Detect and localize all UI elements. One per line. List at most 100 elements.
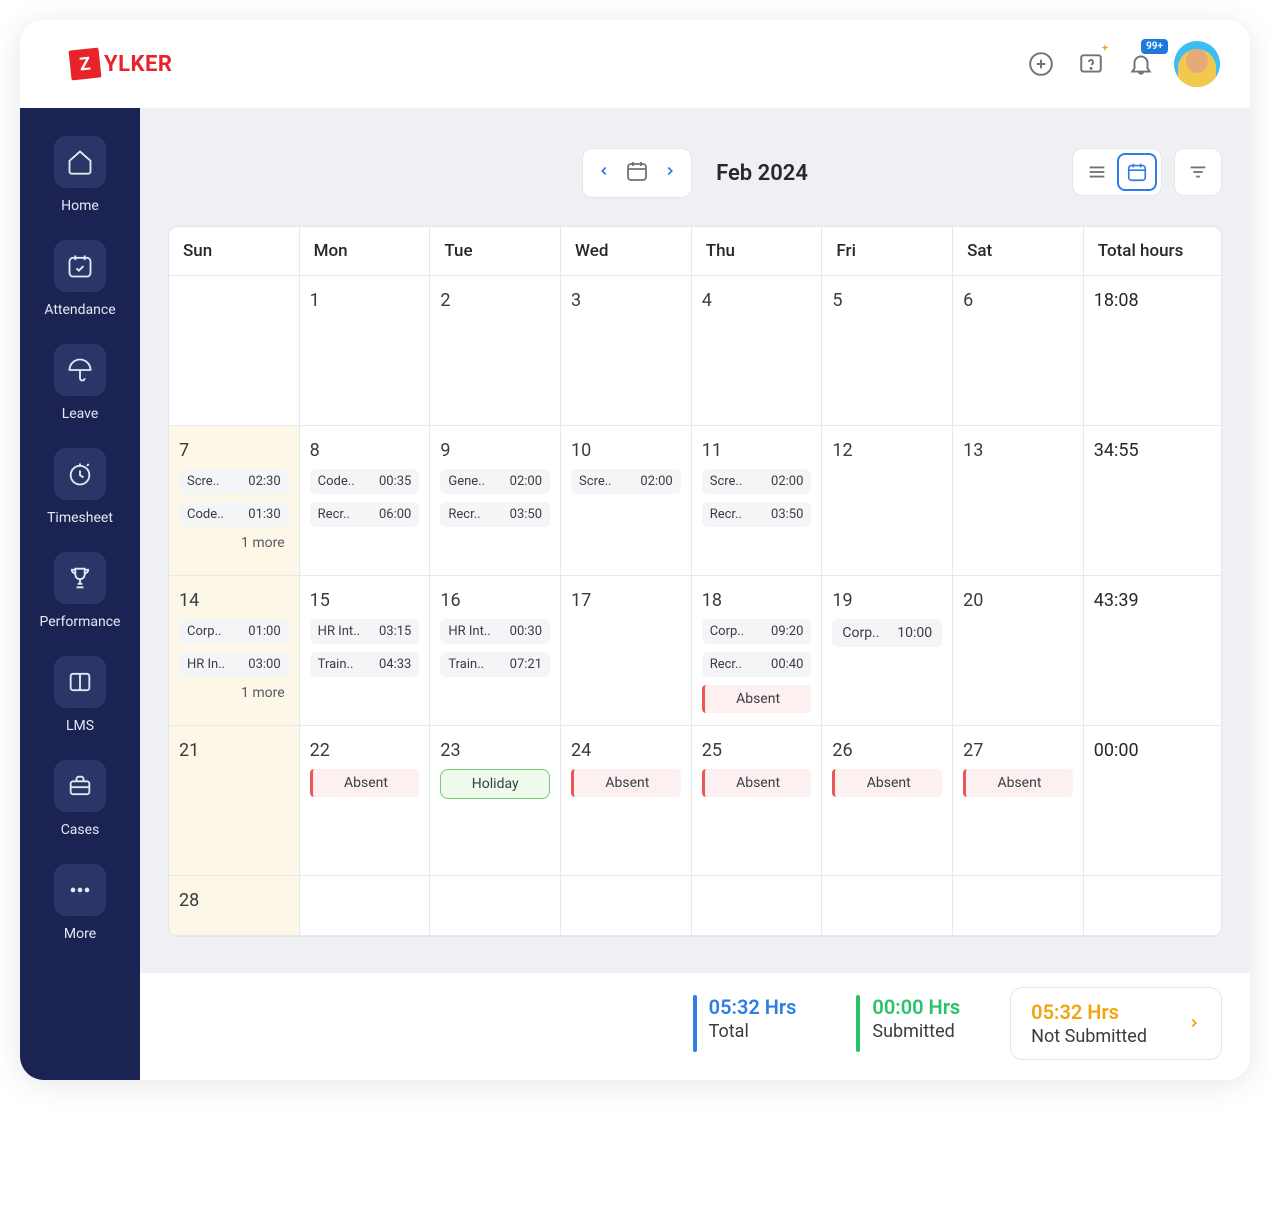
time-entry[interactable]: Recr..03:50 bbox=[702, 502, 812, 527]
calendar-cell[interactable]: 13 bbox=[953, 426, 1084, 576]
calendar-cell[interactable]: 4 bbox=[692, 276, 823, 426]
calendar-cell[interactable] bbox=[953, 876, 1084, 936]
time-entry[interactable]: Recr..06:00 bbox=[310, 502, 420, 527]
time-entry[interactable]: Corp..10:00 bbox=[832, 619, 942, 647]
sidebar-item-leave[interactable]: Leave bbox=[20, 336, 140, 436]
calendar-cell[interactable]: 15HR Int..03:15Train..04:33 bbox=[300, 576, 431, 726]
sidebar-item-more[interactable]: More bbox=[20, 856, 140, 956]
sidebar-item-cases[interactable]: Cases bbox=[20, 752, 140, 852]
calendar-cell[interactable]: 22Absent bbox=[300, 726, 431, 876]
calendar-cell[interactable] bbox=[822, 876, 953, 936]
calendar-cell[interactable] bbox=[561, 876, 692, 936]
sidebar-item-attendance[interactable]: Attendance bbox=[20, 232, 140, 332]
calendar-cell[interactable] bbox=[430, 876, 561, 936]
avatar[interactable] bbox=[1174, 41, 1220, 87]
calendar-cell[interactable]: 16HR Int..00:30Train..07:21 bbox=[430, 576, 561, 726]
day-number: 2 bbox=[440, 290, 550, 311]
time-entry[interactable]: Train..04:33 bbox=[310, 652, 420, 677]
calendar-cell[interactable]: 25Absent bbox=[692, 726, 823, 876]
calendar-cell[interactable]: 28 bbox=[169, 876, 300, 936]
sidebar-item-home[interactable]: Home bbox=[20, 128, 140, 228]
calendar-cell[interactable]: 19 Corp..10:00 bbox=[822, 576, 953, 726]
calendar-cell[interactable]: 2 bbox=[430, 276, 561, 426]
stat-total-label: Total bbox=[709, 1021, 797, 1042]
calendar-cell[interactable]: 5 bbox=[822, 276, 953, 426]
calendar-cell[interactable]: 10Scre..02:00 bbox=[561, 426, 692, 576]
day-number: 13 bbox=[963, 440, 1073, 461]
calendar-view-button[interactable] bbox=[1117, 153, 1157, 191]
stat-total-value: 05:32 Hrs bbox=[709, 995, 797, 1019]
time-entry[interactable]: Scre..02:30 bbox=[179, 469, 289, 494]
trophy-icon bbox=[66, 564, 94, 592]
calendar-icon-button[interactable] bbox=[625, 159, 649, 187]
day-number: 19 bbox=[832, 590, 942, 611]
sidebar-item-timesheet[interactable]: Timesheet bbox=[20, 440, 140, 540]
time-entry[interactable]: HR In..03:00 bbox=[179, 652, 289, 677]
calendar-cell[interactable] bbox=[169, 276, 300, 426]
notifications-button[interactable]: 99+ bbox=[1124, 47, 1158, 81]
day-number: 21 bbox=[179, 740, 289, 761]
time-entry[interactable]: Recr..00:40 bbox=[702, 652, 812, 677]
time-entry[interactable]: Code..00:35 bbox=[310, 469, 420, 494]
holiday-badge: Holiday bbox=[440, 769, 550, 799]
stat-notsub-label: Not Submitted bbox=[1031, 1026, 1147, 1047]
calendar-cell[interactable] bbox=[300, 876, 431, 936]
footer-summary: 05:32 Hrs Total 00:00 Hrs Submitted 05:3… bbox=[140, 973, 1250, 1080]
prev-month-button[interactable] bbox=[597, 163, 611, 183]
calendar-cell[interactable]: 9Gene..02:00Recr..03:50 bbox=[430, 426, 561, 576]
header: Z YLKER 99+ bbox=[20, 20, 1250, 108]
time-entry[interactable]: Corp..01:00 bbox=[179, 619, 289, 644]
calendar-cell[interactable]: 3 bbox=[561, 276, 692, 426]
time-entry[interactable]: Gene..02:00 bbox=[440, 469, 550, 494]
chevron-left-icon bbox=[597, 163, 611, 179]
calendar-cell[interactable]: 20 bbox=[953, 576, 1084, 726]
sidebar-item-performance[interactable]: Performance bbox=[20, 544, 140, 644]
calendar-header-cell: Mon bbox=[300, 227, 431, 276]
calendar-cell[interactable]: 17 bbox=[561, 576, 692, 726]
calendar-cell[interactable] bbox=[692, 876, 823, 936]
calendar-cell[interactable]: 26Absent bbox=[822, 726, 953, 876]
more-link[interactable]: 1 more bbox=[179, 535, 289, 551]
stat-submitted: 00:00 Hrs Submitted bbox=[826, 987, 990, 1060]
add-button[interactable] bbox=[1024, 47, 1058, 81]
calendar-cell[interactable]: 18Corp..09:20Recr..00:40Absent bbox=[692, 576, 823, 726]
calendar-view-icon bbox=[1126, 161, 1148, 183]
sidebar-item-lms[interactable]: LMS bbox=[20, 648, 140, 748]
briefcase-icon bbox=[66, 772, 94, 800]
calendar-cell[interactable]: 27Absent bbox=[953, 726, 1084, 876]
home-icon bbox=[66, 148, 94, 176]
calendar-header-cell: Wed bbox=[561, 227, 692, 276]
list-view-button[interactable] bbox=[1077, 153, 1117, 191]
time-entry[interactable]: Scre..02:00 bbox=[702, 469, 812, 494]
time-entry[interactable]: Train..07:21 bbox=[440, 652, 550, 677]
calendar-cell[interactable]: 8Code..00:35Recr..06:00 bbox=[300, 426, 431, 576]
absent-badge: Absent bbox=[571, 769, 681, 797]
time-entry[interactable]: Code..01:30 bbox=[179, 502, 289, 527]
time-entry[interactable]: Corp..09:20 bbox=[702, 619, 812, 644]
calendar-cell[interactable]: 1 bbox=[300, 276, 431, 426]
stat-total: 05:32 Hrs Total bbox=[663, 987, 827, 1060]
next-month-button[interactable] bbox=[663, 163, 677, 183]
main: Feb 2024 bbox=[140, 108, 1250, 1080]
logo[interactable]: Z YLKER bbox=[70, 49, 172, 79]
time-entry[interactable]: HR Int..03:15 bbox=[310, 619, 420, 644]
time-entry[interactable]: Recr..03:50 bbox=[440, 502, 550, 527]
calendar-cell[interactable]: 21 bbox=[169, 726, 300, 876]
chevron-right-icon bbox=[663, 163, 677, 179]
calendar-cell[interactable]: 14Corp..01:00HR In..03:001 more bbox=[169, 576, 300, 726]
calendar-header-cell: Sun bbox=[169, 227, 300, 276]
not-submitted-box[interactable]: 05:32 Hrs Not Submitted bbox=[1010, 987, 1222, 1060]
time-entry[interactable]: HR Int..00:30 bbox=[440, 619, 550, 644]
calendar-cell[interactable]: 12 bbox=[822, 426, 953, 576]
calendar-cell[interactable]: 7Scre..02:30Code..01:301 more bbox=[169, 426, 300, 576]
calendar-cell[interactable]: 6 bbox=[953, 276, 1084, 426]
time-entry[interactable]: Scre..02:00 bbox=[571, 469, 681, 494]
calendar-cell[interactable]: 11Scre..02:00Recr..03:50 bbox=[692, 426, 823, 576]
more-link[interactable]: 1 more bbox=[179, 685, 289, 701]
calendar-cell[interactable]: 23Holiday bbox=[430, 726, 561, 876]
filter-button[interactable] bbox=[1174, 148, 1222, 196]
calendar-cell[interactable]: 24Absent bbox=[561, 726, 692, 876]
book-icon bbox=[66, 668, 94, 696]
help-button[interactable] bbox=[1074, 47, 1108, 81]
day-number: 3 bbox=[571, 290, 681, 311]
